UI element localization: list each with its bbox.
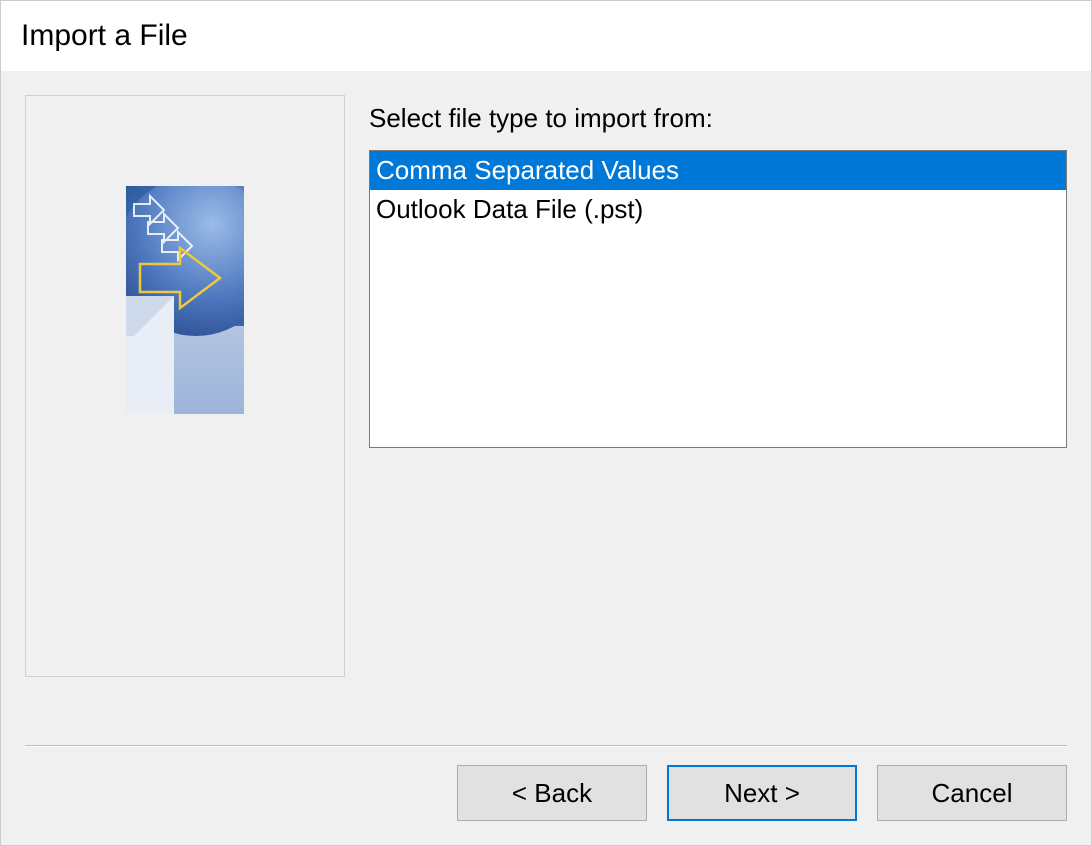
main-row: Select file type to import from: Comma S…: [25, 95, 1067, 727]
content-area: Select file type to import from: Comma S…: [1, 71, 1091, 845]
file-type-listbox[interactable]: Comma Separated Values Outlook Data File…: [369, 150, 1067, 448]
import-arrow-icon: [126, 186, 244, 414]
right-panel: Select file type to import from: Comma S…: [369, 95, 1067, 727]
instruction-label: Select file type to import from:: [369, 103, 1067, 134]
list-item[interactable]: Outlook Data File (.pst): [370, 190, 1066, 229]
import-wizard-window: Import a File: [0, 0, 1092, 846]
back-button[interactable]: < Back: [457, 765, 647, 821]
button-row: < Back Next > Cancel: [25, 765, 1067, 821]
cancel-button[interactable]: Cancel: [877, 765, 1067, 821]
separator: [25, 745, 1067, 747]
title-bar: Import a File: [1, 1, 1091, 71]
list-item[interactable]: Comma Separated Values: [370, 151, 1066, 190]
next-button[interactable]: Next >: [667, 765, 857, 821]
window-title: Import a File: [21, 19, 1071, 53]
illustration-panel: [25, 95, 345, 677]
